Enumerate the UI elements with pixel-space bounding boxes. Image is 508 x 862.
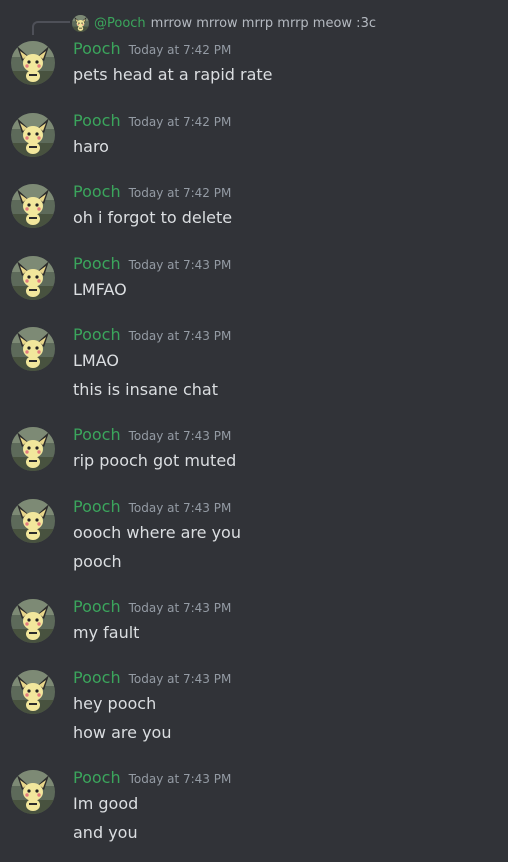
reply-preview[interactable]: @Pooch mrrow mrrow mrrp mrrp meow :3c (72, 13, 376, 33)
message-text: how are you (73, 723, 172, 742)
username[interactable]: Pooch (73, 182, 121, 201)
avatar-icon[interactable] (11, 184, 55, 228)
timestamp: Today at 7:43 PM (128, 672, 232, 686)
avatar-icon[interactable] (11, 599, 55, 643)
message-text: my fault (73, 623, 140, 642)
username[interactable]: Pooch (73, 254, 121, 273)
username[interactable]: Pooch (73, 425, 121, 444)
message-text: and you (73, 823, 138, 842)
message-text: hey pooch (73, 694, 157, 713)
timestamp: Today at 7:43 PM (128, 501, 232, 515)
message-header: Pooch Today at 7:43 PM (73, 597, 231, 616)
username[interactable]: Pooch (73, 668, 121, 687)
username[interactable]: Pooch (73, 768, 121, 787)
reply-text: mrrow mrrow mrrp mrrp meow :3c (150, 15, 376, 31)
message-header: Pooch Today at 7:42 PM (73, 39, 231, 58)
message-text: oooch where are you (73, 523, 241, 542)
timestamp: Today at 7:43 PM (128, 429, 232, 443)
avatar-icon[interactable] (11, 327, 55, 371)
message-text: pets head at a rapid rate (73, 65, 273, 84)
avatar-icon[interactable] (11, 41, 55, 85)
message-text: pooch (73, 552, 122, 571)
timestamp: Today at 7:43 PM (128, 258, 232, 272)
avatar-icon[interactable] (11, 256, 55, 300)
message-header: Pooch Today at 7:42 PM (73, 182, 231, 201)
username[interactable]: Pooch (73, 111, 121, 130)
username[interactable]: Pooch (73, 597, 121, 616)
timestamp: Today at 7:43 PM (128, 329, 232, 343)
reply-mention[interactable]: @Pooch (94, 16, 146, 31)
username[interactable]: Pooch (73, 39, 121, 58)
username[interactable]: Pooch (73, 497, 121, 516)
avatar-icon[interactable] (11, 770, 55, 814)
message-header: Pooch Today at 7:43 PM (73, 325, 231, 344)
message-text: Im good (73, 794, 139, 813)
reply-avatar-icon (72, 14, 89, 32)
avatar-icon[interactable] (11, 670, 55, 714)
message-header: Pooch Today at 7:43 PM (73, 768, 231, 787)
username[interactable]: Pooch (73, 325, 121, 344)
message-header: Pooch Today at 7:42 PM (73, 111, 231, 130)
message-header: Pooch Today at 7:43 PM (73, 497, 231, 516)
message-text: oh i forgot to delete (73, 208, 233, 227)
timestamp: Today at 7:42 PM (128, 115, 232, 129)
message-text: LMFAO (73, 280, 127, 299)
timestamp: Today at 7:43 PM (128, 601, 232, 615)
reply-connector (32, 21, 70, 35)
timestamp: Today at 7:42 PM (128, 43, 232, 57)
timestamp: Today at 7:42 PM (128, 186, 232, 200)
timestamp: Today at 7:43 PM (128, 772, 232, 786)
avatar-icon[interactable] (11, 113, 55, 157)
avatar-icon[interactable] (11, 427, 55, 471)
message-header: Pooch Today at 7:43 PM (73, 254, 231, 273)
message-header: Pooch Today at 7:43 PM (73, 668, 231, 687)
message-text: LMAO (73, 351, 119, 370)
avatar-icon[interactable] (11, 499, 55, 543)
message-text: haro (73, 137, 109, 156)
message-text: rip pooch got muted (73, 451, 237, 470)
message-header: Pooch Today at 7:43 PM (73, 425, 231, 444)
message-text: this is insane chat (73, 380, 218, 399)
